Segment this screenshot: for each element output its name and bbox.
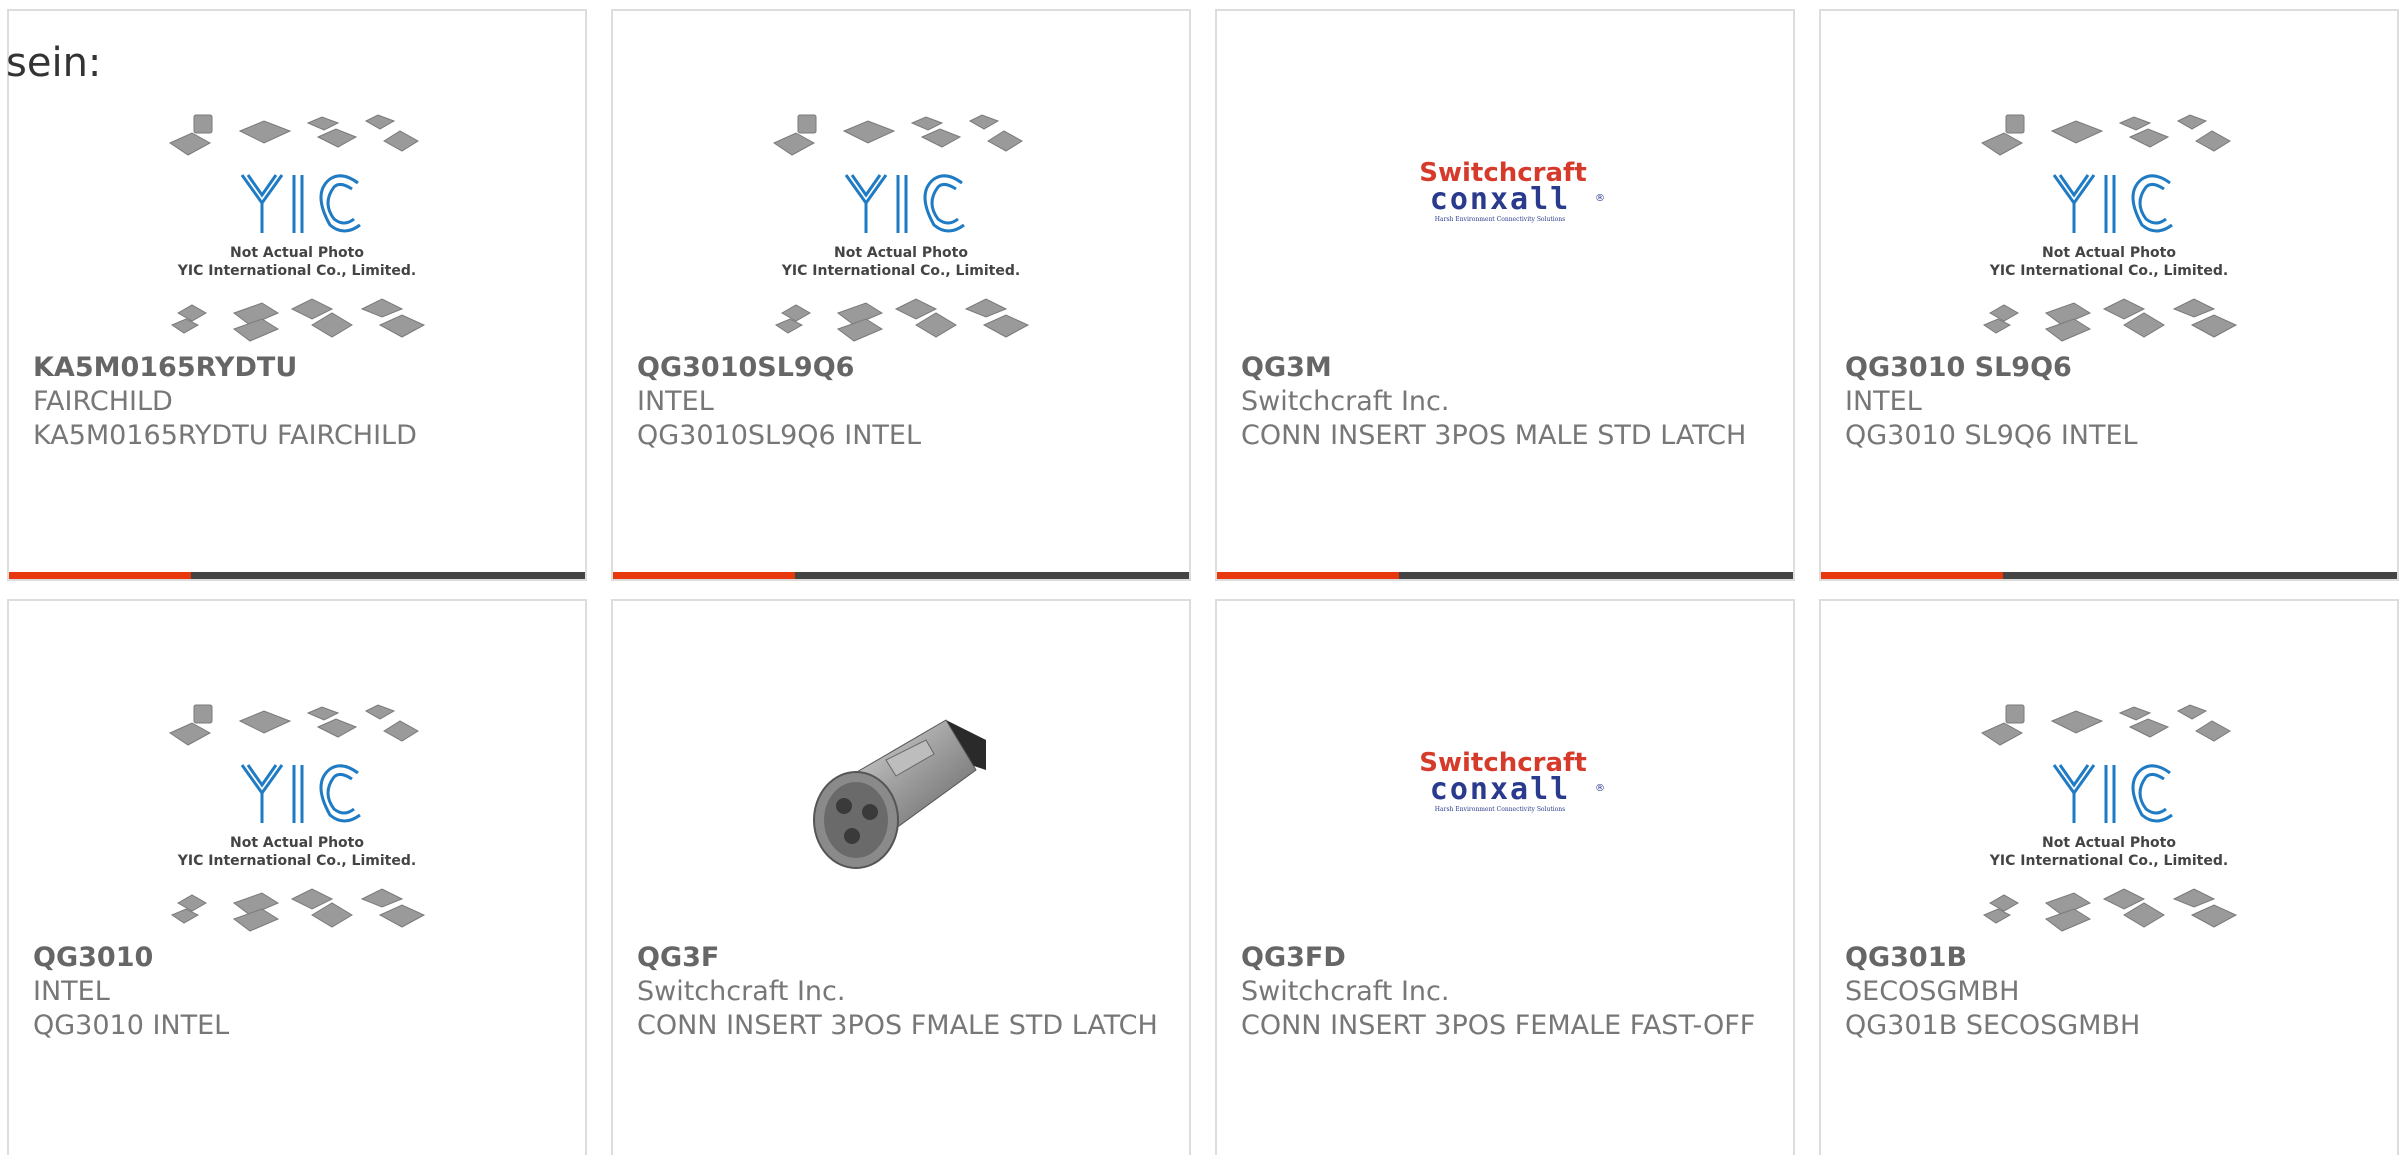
part-number[interactable]: QG3010SL9Q6 — [637, 351, 1165, 385]
card-footer-bar — [613, 572, 1189, 579]
part-number[interactable]: QG3010 SL9Q6 — [1845, 351, 2373, 385]
placeholder-line2: YIC International Co., Limited. — [781, 263, 1020, 279]
part-number[interactable]: QG3M — [1241, 351, 1769, 385]
manufacturer: SECOSGMBH — [1845, 976, 2020, 1007]
placeholder-line2: YIC International Co., Limited. — [177, 263, 416, 279]
placeholder-line1: Not Actual Photo — [230, 245, 364, 261]
product-card[interactable]: Not Actual Photo YIC International Co., … — [1819, 9, 2399, 581]
manufacturer: Switchcraft Inc. — [1241, 976, 1450, 1007]
logo-tagline: Harsh Environment Connectivity Solutions — [1435, 216, 1565, 223]
manufacturer: Switchcraft Inc. — [637, 976, 846, 1007]
card-footer-bar — [1821, 572, 2397, 579]
card-footer-accent — [613, 572, 795, 579]
product-image: Not Actual Photo YIC International Co., … — [9, 685, 585, 945]
product-image: Not Actual Photo YIC International Co., … — [1821, 95, 2397, 355]
card-footer-accent — [9, 572, 191, 579]
product-card[interactable]: Switchcraft conxall ® Harsh Environment … — [1215, 9, 1795, 581]
logo-tagline: Harsh Environment Connectivity Solutions — [1435, 806, 1565, 813]
description: CONN INSERT 3POS FMALE STD LATCH — [637, 1010, 1158, 1041]
placeholder-line1: Not Actual Photo — [834, 245, 968, 261]
product-info: QG3M Switchcraft Inc. CONN INSERT 3POS M… — [1241, 351, 1769, 453]
part-number[interactable]: QG301B — [1845, 941, 2373, 975]
part-number[interactable]: QG3010 — [33, 941, 561, 975]
product-grid-page: sein: Not Actual Photo YIC International… — [0, 0, 2400, 1155]
product-info: QG3010 SL9Q6 INTEL QG3010 SL9Q6 INTEL — [1845, 351, 2373, 453]
switchcraft-logo: Switchcraft conxall ® Harsh Environment … — [1419, 158, 1605, 223]
manufacturer: INTEL — [637, 386, 714, 417]
yic-placeholder-image: Not Actual Photo YIC International Co., … — [1980, 114, 2238, 342]
product-image: Not Actual Photo YIC International Co., … — [1821, 685, 2397, 945]
product-card[interactable]: Not Actual Photo YIC International Co., … — [7, 599, 587, 1155]
product-info: QG3010SL9Q6 INTEL QG3010SL9Q6 INTEL — [637, 351, 1165, 453]
product-info: QG3010 INTEL QG3010 INTEL — [33, 941, 561, 1043]
manufacturer: INTEL — [33, 976, 110, 1007]
switchcraft-logo: Switchcraft conxall ® Harsh Environment … — [1419, 748, 1605, 813]
description: QG3010 SL9Q6 INTEL — [1845, 420, 2138, 451]
description: QG3010SL9Q6 INTEL — [637, 420, 922, 451]
placeholder-line2: YIC International Co., Limited. — [177, 853, 416, 869]
manufacturer: Switchcraft Inc. — [1241, 386, 1450, 417]
placeholder-line2: YIC International Co., Limited. — [1989, 263, 2228, 279]
yic-placeholder-image: Not Actual Photo YIC International Co., … — [168, 114, 426, 342]
description: QG301B SECOSGMBH — [1845, 1010, 2141, 1041]
product-info: QG3FD Switchcraft Inc. CONN INSERT 3POS … — [1241, 941, 1769, 1043]
manufacturer: INTEL — [1845, 386, 1922, 417]
placeholder-line1: Not Actual Photo — [2042, 245, 2176, 261]
description: KA5M0165RYDTU FAIRCHILD — [33, 420, 417, 451]
registered-mark: ® — [1595, 783, 1605, 794]
description: CONN INSERT 3POS FEMALE FAST-OFF — [1241, 1010, 1756, 1041]
conxall-wordmark: conxall — [1430, 182, 1570, 217]
description: QG3010 INTEL — [33, 1010, 230, 1041]
product-card[interactable]: Not Actual Photo YIC International Co., … — [1819, 599, 2399, 1155]
part-number[interactable]: KA5M0165RYDTU — [33, 351, 561, 385]
product-image: Not Actual Photo YIC International Co., … — [613, 95, 1189, 355]
yic-placeholder-image: Not Actual Photo YIC International Co., … — [772, 114, 1030, 342]
yic-placeholder-image: Not Actual Photo YIC International Co., … — [168, 704, 426, 932]
part-number[interactable]: QG3F — [637, 941, 1165, 975]
product-card[interactable]: QG3F Switchcraft Inc. CONN INSERT 3POS F… — [611, 599, 1191, 1155]
product-image: Not Actual Photo YIC International Co., … — [9, 95, 585, 355]
product-grid: Not Actual Photo YIC International Co., … — [7, 9, 2399, 1155]
product-card[interactable]: Not Actual Photo YIC International Co., … — [7, 9, 587, 581]
product-image: Switchcraft conxall ® Harsh Environment … — [1217, 685, 1793, 945]
lead-text: sein: — [6, 40, 102, 86]
card-footer-bar — [1217, 572, 1793, 579]
product-image: Switchcraft conxall ® Harsh Environment … — [1217, 95, 1793, 355]
card-footer-accent — [1821, 572, 2003, 579]
xlr-connector-photo — [813, 719, 986, 869]
product-card[interactable]: Not Actual Photo YIC International Co., … — [611, 9, 1191, 581]
placeholder-line1: Not Actual Photo — [230, 835, 364, 851]
placeholder-line2: YIC International Co., Limited. — [1989, 853, 2228, 869]
product-info: KA5M0165RYDTU FAIRCHILD KA5M0165RYDTU FA… — [33, 351, 561, 453]
conxall-wordmark: conxall — [1430, 772, 1570, 807]
description: CONN INSERT 3POS MALE STD LATCH — [1241, 420, 1747, 451]
product-card[interactable]: Switchcraft conxall ® Harsh Environment … — [1215, 599, 1795, 1155]
yic-placeholder-image: Not Actual Photo YIC International Co., … — [1980, 704, 2238, 932]
part-number[interactable]: QG3FD — [1241, 941, 1769, 975]
product-image — [613, 685, 1189, 945]
card-footer-accent — [1217, 572, 1399, 579]
product-info: QG301B SECOSGMBH QG301B SECOSGMBH — [1845, 941, 2373, 1043]
card-footer-bar — [9, 572, 585, 579]
registered-mark: ® — [1595, 193, 1605, 204]
manufacturer: FAIRCHILD — [33, 386, 173, 417]
placeholder-line1: Not Actual Photo — [2042, 835, 2176, 851]
product-info: QG3F Switchcraft Inc. CONN INSERT 3POS F… — [637, 941, 1165, 1043]
